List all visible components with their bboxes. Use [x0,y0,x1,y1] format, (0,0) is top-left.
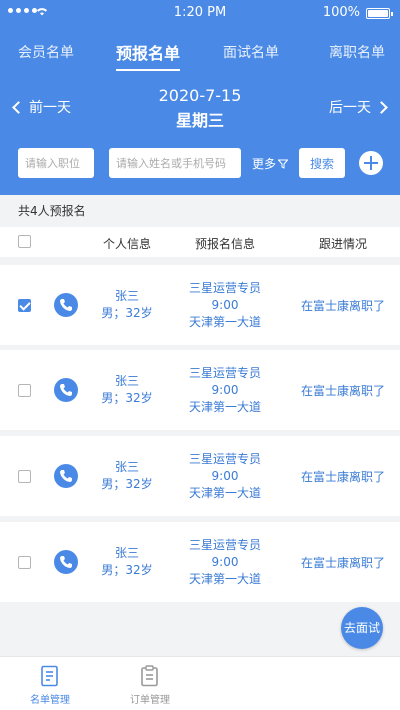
signup-time: 9:00 [211,469,239,483]
signup-job: 三星运营专员 [188,281,261,295]
filter-bar: 更多 搜索 [0,148,400,178]
phone-call-button[interactable] [54,464,78,488]
battery-percent: 100% [322,5,360,20]
person-name: 张三 [114,460,139,474]
tab-member-list[interactable]: 会员名单 [18,42,74,62]
more-filters-label: 更多 [252,157,277,171]
signup-job: 三星运营专员 [188,452,261,466]
column-signup-info: 预报名信息 [194,237,255,251]
battery-icon [366,8,393,19]
nav-list-management[interactable]: 名单管理 [10,665,90,706]
phone-call-button[interactable] [54,550,78,574]
followup-status: 在富士康离职了 [300,556,385,570]
row-checkbox[interactable] [18,470,31,483]
person-detail: 男；32岁 [101,477,153,491]
column-followup: 跟进情况 [318,237,367,251]
date-selector: 前一天 2020-7-15 星期三 后一天 [0,86,400,130]
phone-call-button[interactable] [54,293,78,317]
nav-order-management-label: 订单管理 [130,695,170,706]
row-checkbox[interactable] [18,299,31,312]
table-row: 张三 男；32岁 三星运营专员 9:00 天津第一大道 在富士康离职了 [0,436,400,516]
clipboard-icon [141,665,158,687]
column-personal-info: 个人信息 [102,237,151,251]
signup-place: 天津第一大道 [188,486,261,500]
chevron-right-icon [375,100,388,114]
table-row: 张三 男；32岁 三星运营专员 9:00 天津第一大道 在富士康离职了 [0,265,400,345]
row-checkbox[interactable] [18,556,31,569]
personal-info: 张三 男；32岁 [77,288,177,322]
personal-info: 张三 男；32岁 [77,545,177,579]
person-detail: 男；32岁 [101,563,153,577]
personal-info: 张三 男；32岁 [77,459,177,493]
signup-time: 9:00 [211,555,239,569]
signup-job: 三星运营专员 [188,366,261,380]
row-checkbox[interactable] [18,384,31,397]
person-name: 张三 [114,374,139,388]
registration-count: 共4人预报名 [0,195,400,227]
status-bar: 1:20 PM 100% [0,0,400,26]
name-or-phone-input[interactable] [109,148,241,178]
phone-icon [60,384,72,396]
table-row: 张三 男；32岁 三星运营专员 9:00 天津第一大道 在富士康离职了 [0,522,400,602]
column-header: 个人信息 预报名信息 跟进情况 [0,227,400,257]
filter-icon [278,159,289,169]
more-filters-button[interactable]: 更多 [252,155,289,172]
person-detail: 男；32岁 [101,391,153,405]
header: 1:20 PM 100% 会员名单 预报名单 面试名单 离职名单 前一天 202… [0,0,400,195]
signup-place: 天津第一大道 [188,315,261,329]
signup-info: 三星运营专员 9:00 天津第一大道 [170,451,280,502]
search-button[interactable]: 搜索 [299,148,345,178]
position-input[interactable] [18,148,94,178]
nav-list-management-label: 名单管理 [30,695,70,706]
table-row: 张三 男；32岁 三星运营专员 9:00 天津第一大道 在富士康离职了 [0,350,400,430]
phone-icon [60,470,72,482]
person-name: 张三 [114,546,139,560]
phone-call-button[interactable] [54,378,78,402]
select-all-checkbox[interactable] [18,235,31,248]
signup-time: 9:00 [211,383,239,397]
document-list-icon [41,665,58,687]
signup-info: 三星运营专员 9:00 天津第一大道 [170,537,280,588]
bottom-nav: 名单管理 订单管理 [0,656,400,710]
add-button[interactable] [359,151,383,175]
personal-info: 张三 男；32岁 [77,373,177,407]
phone-icon [60,556,72,568]
tab-pre-registration-list[interactable]: 预报名单 [116,40,181,71]
followup-status: 在富士康离职了 [300,470,385,484]
signup-time: 9:00 [211,298,239,312]
person-detail: 男；32岁 [101,306,153,320]
signup-job: 三星运营专员 [188,538,261,552]
followup-status: 在富士康离职了 [300,384,385,398]
nav-order-management[interactable]: 订单管理 [110,665,190,706]
tab-resigned-list[interactable]: 离职名单 [329,42,385,62]
followup-status: 在富士康离职了 [300,299,385,313]
signup-place: 天津第一大道 [188,400,261,414]
next-day-label: 后一天 [329,100,371,116]
signup-info: 三星运营专员 9:00 天津第一大道 [170,280,280,331]
signup-info: 三星运营专员 9:00 天津第一大道 [170,365,280,416]
tab-interview-list[interactable]: 面试名单 [223,42,279,62]
signup-place: 天津第一大道 [188,572,261,586]
next-day-button[interactable]: 后一天 [329,97,388,117]
go-interview-button[interactable]: 去面试 [341,607,383,649]
person-name: 张三 [114,289,139,303]
list-tabs: 会员名单 预报名单 面试名单 离职名单 [0,40,400,71]
phone-icon [60,299,72,311]
